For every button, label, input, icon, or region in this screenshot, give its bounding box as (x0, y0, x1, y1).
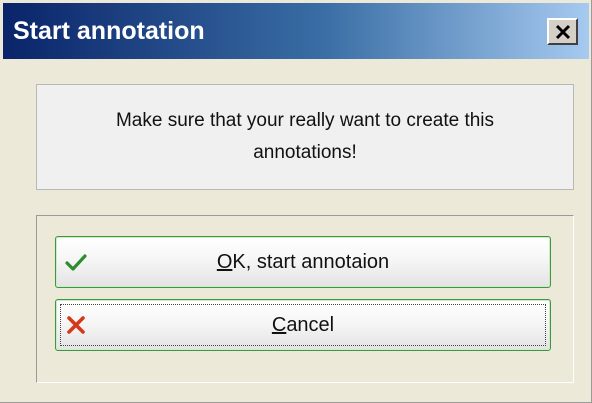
button-group: OK, start annotaion Cancel (36, 215, 574, 383)
close-icon (555, 24, 570, 39)
message-text: Make sure that your really want to creat… (115, 110, 495, 163)
ok-button-label: OK, start annotaion (216, 251, 390, 273)
close-button[interactable] (547, 18, 578, 45)
start-annotation-dialog: Start annotation Make sure that your rea… (0, 0, 592, 403)
dialog-title: Start annotation (13, 17, 205, 45)
cancel-button[interactable]: Cancel (55, 299, 551, 351)
cancel-button-label: Cancel (271, 314, 335, 336)
message-panel: Make sure that your really want to creat… (36, 84, 574, 190)
ok-start-annotation-button[interactable]: OK, start annotaion (55, 236, 551, 288)
title-bar[interactable]: Start annotation (3, 3, 589, 59)
